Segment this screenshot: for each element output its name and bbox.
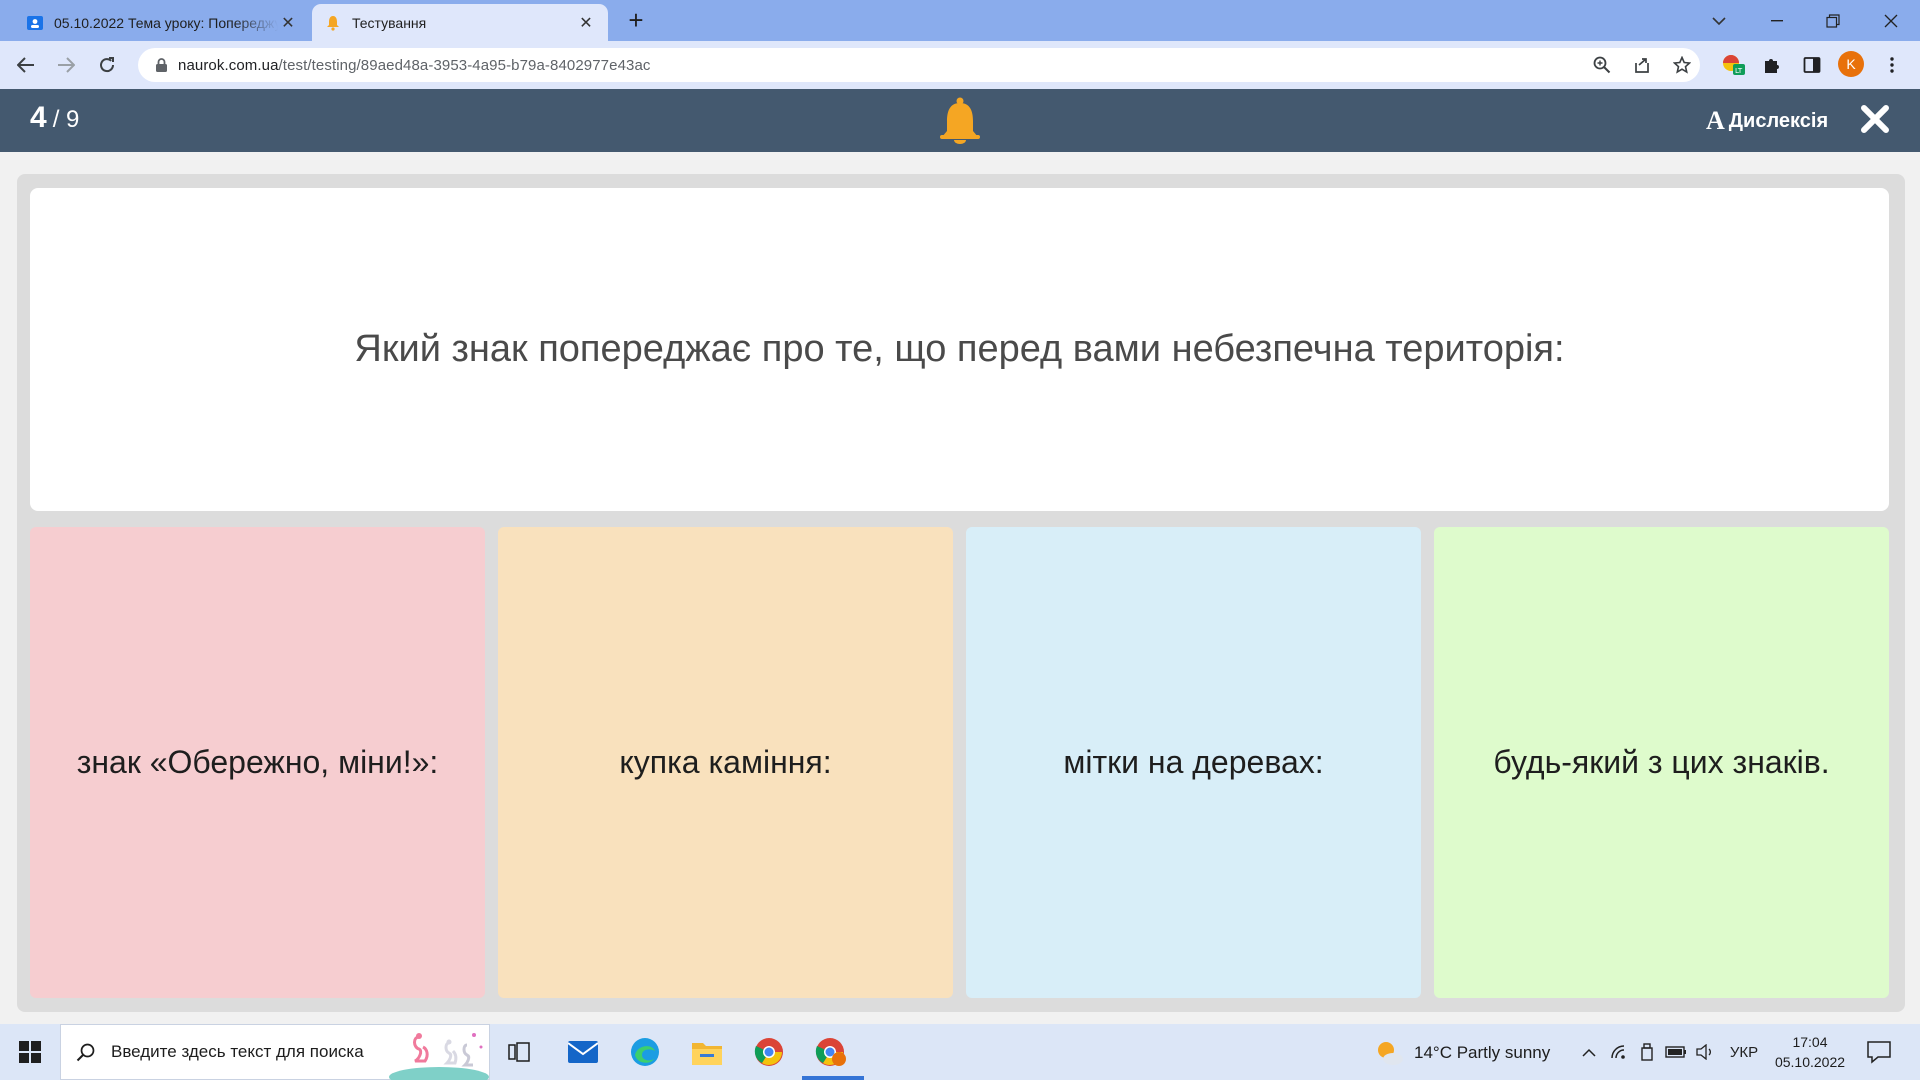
search-icon xyxy=(61,1042,111,1062)
answer-option-1[interactable]: знак «Обережно, міни!»: xyxy=(30,527,485,998)
svg-text:LT: LT xyxy=(1735,67,1743,75)
classroom-icon xyxy=(26,14,44,32)
reload-icon[interactable] xyxy=(91,49,123,81)
dyslexia-toggle[interactable]: A Дислексія xyxy=(1706,106,1828,136)
edge-browser-icon[interactable] xyxy=(622,1032,668,1072)
volume-icon[interactable] xyxy=(1694,1040,1716,1064)
close-window-icon[interactable] xyxy=(1868,0,1914,41)
minimize-icon[interactable] xyxy=(1754,0,1800,41)
dyslexia-label: Дислексія xyxy=(1728,109,1829,132)
new-tab-button[interactable]: + xyxy=(622,6,650,34)
lock-icon[interactable] xyxy=(144,58,178,72)
notifications-icon[interactable] xyxy=(1866,1040,1892,1064)
battery-icon[interactable] xyxy=(1664,1040,1688,1064)
search-highlight-flamingo-image xyxy=(389,1033,489,1080)
answer-text: знак «Обережно, міни!»: xyxy=(76,744,439,780)
bookmark-star-icon[interactable] xyxy=(1666,49,1698,81)
browser-tabstrip: 05.10.2022 Тема уроку: Попереджу ✕ Тесту… xyxy=(0,0,1920,41)
answer-text: купка каміння: xyxy=(619,744,832,780)
close-tab-icon[interactable]: ✕ xyxy=(576,13,596,33)
partly-sunny-icon xyxy=(1378,1042,1403,1065)
font-a-icon: A xyxy=(1706,106,1725,135)
extensions-puzzle-icon[interactable] xyxy=(1756,49,1788,81)
chrome-icon[interactable] xyxy=(746,1032,792,1072)
tab-title: 05.10.2022 Тема уроку: Попереджу xyxy=(54,14,278,31)
tab-title: Тестування xyxy=(352,14,427,31)
weather-widget[interactable]: 14°C Partly sunny xyxy=(1374,1038,1550,1068)
active-app-indicator xyxy=(802,1076,864,1080)
back-icon[interactable] xyxy=(10,49,42,81)
tab-search-icon[interactable] xyxy=(1696,0,1742,41)
answer-option-4[interactable]: будь-який з цих знаків. xyxy=(1434,527,1889,998)
wifi-icon[interactable] xyxy=(1608,1040,1630,1064)
current-question-number: 4 xyxy=(30,101,47,134)
question-card: Який знак попереджає про те, що перед ва… xyxy=(30,188,1889,511)
address-bar[interactable]: naurok.com.ua/test/testing/89aed48a-3953… xyxy=(138,48,1700,82)
mail-icon[interactable] xyxy=(560,1032,606,1072)
menu-dots-icon[interactable] xyxy=(1876,49,1908,81)
answer-text: будь-який з цих знаків. xyxy=(1493,744,1830,780)
clock-date: 05.10.2022 xyxy=(1774,1054,1846,1070)
forward-icon[interactable] xyxy=(50,49,82,81)
url-text[interactable]: naurok.com.ua/test/testing/89aed48a-3953… xyxy=(178,57,651,74)
tab-lesson[interactable]: 05.10.2022 Тема уроку: Попереджу ✕ xyxy=(14,4,310,41)
close-tab-icon[interactable]: ✕ xyxy=(278,13,298,33)
languagetool-extension-icon[interactable]: LT xyxy=(1718,49,1750,81)
tab-testing[interactable]: Тестування ✕ xyxy=(312,4,608,41)
browser-toolbar: naurok.com.ua/test/testing/89aed48a-3953… xyxy=(0,41,1920,89)
search-placeholder: Введите здесь текст для поиска xyxy=(111,1042,364,1061)
restore-icon[interactable] xyxy=(1810,0,1856,41)
bell-icon xyxy=(324,14,342,32)
quiz-header: 4/ 9 xyxy=(0,89,1920,152)
windows-taskbar: Введите здесь текст для поиска 14°C Part… xyxy=(0,1024,1920,1080)
windows-start-icon[interactable] xyxy=(8,1036,52,1068)
naurok-bell-logo-icon xyxy=(938,97,982,145)
task-view-icon[interactable] xyxy=(496,1032,542,1072)
clock-time: 17:04 xyxy=(1792,1034,1828,1050)
answer-option-3[interactable]: мітки на деревах: xyxy=(966,527,1421,998)
share-icon[interactable] xyxy=(1626,49,1658,81)
answer-option-2[interactable]: купка каміння: xyxy=(498,527,953,998)
system-clock[interactable]: 17:04 05.10.2022 xyxy=(1770,1032,1850,1072)
taskbar-search[interactable]: Введите здесь текст для поиска xyxy=(60,1024,490,1080)
answer-text: мітки на деревах: xyxy=(1063,744,1324,780)
file-explorer-icon[interactable] xyxy=(684,1032,730,1072)
weather-text: 14°C Partly sunny xyxy=(1414,1043,1551,1062)
profile-avatar[interactable]: K xyxy=(1838,51,1864,77)
language-indicator[interactable]: УКР xyxy=(1724,1040,1764,1064)
question-counter: 4/ 9 xyxy=(30,101,79,135)
usb-device-icon[interactable] xyxy=(1636,1040,1658,1064)
side-panel-icon[interactable] xyxy=(1796,49,1828,81)
chrome-profile-icon[interactable] xyxy=(808,1032,854,1072)
show-hidden-icons[interactable] xyxy=(1578,1040,1600,1064)
question-text: Який знак попереджає про те, що перед ва… xyxy=(354,328,1565,370)
zoom-icon[interactable] xyxy=(1586,49,1618,81)
total-questions: / 9 xyxy=(52,106,80,133)
close-quiz-icon[interactable] xyxy=(1860,104,1890,134)
